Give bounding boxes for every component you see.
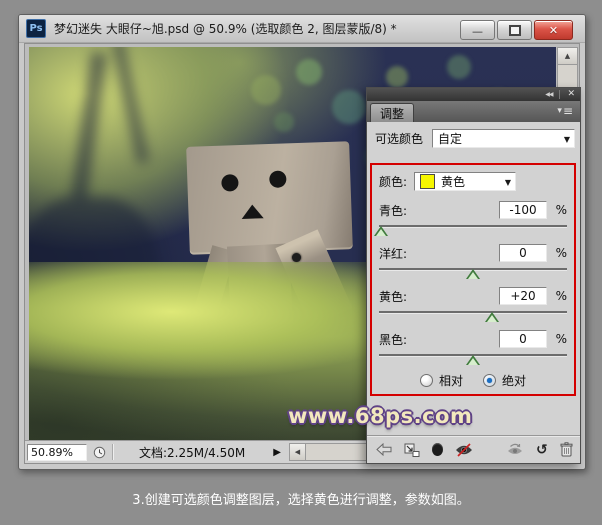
- bokeh-light: [447, 55, 471, 79]
- slider-track[interactable]: [379, 311, 567, 313]
- slider-label: 青色:: [379, 203, 408, 218]
- slider-label: 黑色:: [379, 332, 408, 347]
- radio-option-1[interactable]: 绝对: [483, 372, 526, 389]
- close-button[interactable]: ✕: [534, 20, 573, 40]
- watermark-text: www.68ps.com: [288, 404, 473, 428]
- toggle-visibility-icon[interactable]: [455, 442, 473, 457]
- slider-label: 黄色:: [379, 289, 408, 304]
- color-label: 颜色:: [379, 175, 408, 189]
- bokeh-light: [251, 75, 281, 105]
- reset-icon[interactable]: ↺: [536, 443, 548, 457]
- photoshop-document-window: Ps 梦幻迷失 大眼仔~旭.psd @ 50.9% (选取颜色 2, 图层蒙版/…: [18, 14, 586, 470]
- slider-value-input[interactable]: +20: [499, 287, 547, 305]
- clip-to-layer-icon[interactable]: [432, 443, 443, 456]
- scroll-left-icon[interactable]: ◀: [289, 444, 306, 460]
- panel-footer-toolbar: ↺: [367, 435, 580, 463]
- expand-panel-icon[interactable]: [404, 443, 420, 457]
- danbo-eye: [269, 170, 287, 188]
- slider-group-2: 黄色: +20%: [379, 285, 567, 324]
- radio-label: 相对: [438, 374, 463, 388]
- slider-track[interactable]: [379, 225, 567, 227]
- statusbar-expand-icon[interactable]: ▶: [273, 447, 281, 458]
- slider-unit: %: [555, 203, 567, 217]
- slider-value-input[interactable]: 0: [499, 244, 547, 262]
- slider-group-1: 洋红: 0%: [379, 242, 567, 281]
- danbo-mouth: [241, 204, 264, 219]
- collapse-to-icons-icon[interactable]: ◀◀: [545, 91, 553, 98]
- bokeh-light: [332, 90, 366, 124]
- selective-color-preset-row: 可选颜色 自定 ▼: [367, 122, 580, 148]
- slider-unit: %: [555, 246, 567, 260]
- slider-unit: %: [555, 289, 567, 303]
- bokeh-light: [386, 66, 408, 88]
- photoshop-app-icon: Ps: [26, 19, 46, 38]
- panel-header-bar: ◀◀ ✕: [367, 88, 580, 101]
- radio-unselected-icon[interactable]: [419, 374, 433, 387]
- slider-unit: %: [555, 332, 567, 346]
- screenshot-stage: Ps 梦幻迷失 大眼仔~旭.psd @ 50.9% (选取颜色 2, 图层蒙版/…: [0, 0, 602, 525]
- slider-label: 洋红:: [379, 246, 408, 261]
- minimize-button[interactable]: —: [460, 20, 495, 40]
- tutorial-highlight-box: 颜色: 黄色 ▼ 青色: -100% 洋红: 0% 黄色: +20% 黑色: 0% 相对 绝对: [370, 163, 576, 396]
- title-bar[interactable]: Ps 梦幻迷失 大眼仔~旭.psd @ 50.9% (选取颜色 2, 图层蒙版/…: [19, 15, 585, 43]
- radio-selected-icon[interactable]: [483, 374, 496, 387]
- relative-absolute-radio-group: 相对 绝对: [379, 372, 567, 389]
- delete-adjustment-icon[interactable]: [560, 442, 573, 457]
- danbo-button-dot: [292, 253, 301, 262]
- preset-dropdown[interactable]: 自定 ▼: [432, 129, 575, 148]
- panel-menu-icon[interactable]: ▾ ≡: [557, 105, 573, 117]
- tab-adjustments[interactable]: 调整: [370, 103, 415, 122]
- slider-list: 青色: -100% 洋红: 0% 黄色: +20% 黑色: 0%: [373, 199, 567, 367]
- tree-silhouette: [112, 47, 149, 164]
- selective-color-label: 可选颜色: [375, 132, 424, 146]
- zoom-level-field[interactable]: 50.89%: [27, 443, 87, 461]
- panel-tab-bar: 调整 ▾ ≡: [367, 101, 580, 122]
- slider-thumb[interactable]: [466, 355, 480, 365]
- color-dropdown-value: 黄色: [441, 175, 466, 189]
- panel-close-icon[interactable]: ✕: [567, 90, 575, 99]
- chevron-down-icon: ▼: [504, 177, 512, 187]
- timer-icon: [93, 446, 106, 459]
- slider-group-0: 青色: -100%: [373, 199, 567, 238]
- color-dropdown[interactable]: 黄色 ▼: [414, 172, 517, 191]
- color-swatch-yellow: [420, 174, 436, 189]
- radio-option-0[interactable]: 相对: [419, 372, 463, 389]
- slider-thumb[interactable]: [484, 312, 499, 322]
- panel-header-divider: [559, 90, 561, 99]
- statusbar-divider: [112, 444, 113, 460]
- window-controls: — ✕: [460, 20, 573, 40]
- close-icon: ✕: [548, 23, 559, 37]
- danbo-eye: [221, 174, 239, 192]
- previous-state-icon[interactable]: [507, 443, 524, 456]
- document-size-info: 文档:2.25M/4.50M: [139, 445, 246, 460]
- tree-silhouette: [70, 51, 108, 203]
- scroll-up-icon[interactable]: ▲: [558, 48, 577, 65]
- preset-dropdown-value: 自定: [438, 132, 463, 146]
- minimize-icon: —: [472, 25, 483, 38]
- slider-thumb[interactable]: [466, 269, 480, 279]
- tutorial-caption: 3.创建可选颜色调整图层，选择黄色进行调整，参数如图。: [132, 493, 470, 508]
- back-arrow-icon[interactable]: [376, 443, 392, 456]
- bokeh-light: [274, 112, 294, 132]
- chevron-down-icon: ▼: [563, 134, 570, 144]
- maximize-icon: [508, 24, 521, 36]
- radio-label: 绝对: [502, 374, 527, 388]
- slider-thumb[interactable]: [373, 226, 388, 236]
- slider-value-input[interactable]: -100: [499, 201, 547, 219]
- bokeh-light: [296, 59, 322, 85]
- document-title: 梦幻迷失 大眼仔~旭.psd @ 50.9% (选取颜色 2, 图层蒙版/8) …: [54, 22, 397, 36]
- danbo-robot-head: [186, 141, 353, 255]
- maximize-button[interactable]: [497, 20, 532, 40]
- slider-group-3: 黑色: 0%: [379, 328, 567, 367]
- color-select-row: 颜色: 黄色 ▼: [379, 172, 567, 191]
- slider-value-input[interactable]: 0: [499, 330, 547, 348]
